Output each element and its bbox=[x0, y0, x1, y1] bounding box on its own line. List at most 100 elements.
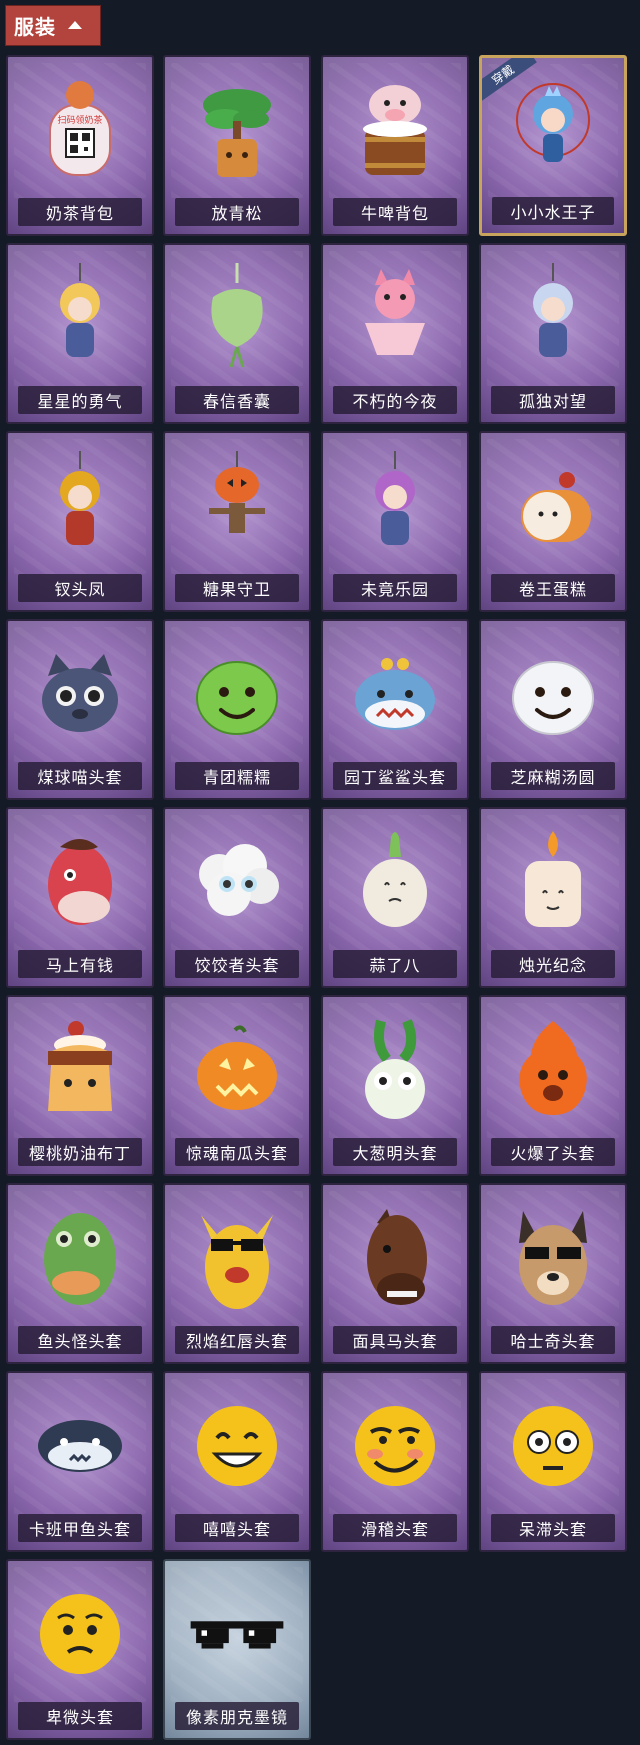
outfit-card[interactable]: 樱桃奶油布丁 bbox=[6, 995, 154, 1176]
outfit-card[interactable]: 大葱明头套 bbox=[321, 995, 469, 1176]
outfit-label: 卡班甲鱼头套 bbox=[28, 1520, 131, 1539]
outfit-card[interactable]: 钗头凤 bbox=[6, 431, 154, 612]
outfit-card[interactable]: 芝麻糊汤圆 bbox=[479, 619, 627, 800]
outfit-label-bar: 不朽的今夜 bbox=[333, 386, 457, 414]
outfit-label-bar: 饺饺者头套 bbox=[175, 950, 299, 978]
outfit-label: 牛啤背包 bbox=[360, 204, 429, 223]
outfit-label: 孤独对望 bbox=[518, 392, 587, 411]
husky-head-icon bbox=[503, 1203, 603, 1313]
outfit-label-bar: 火爆了头套 bbox=[491, 1138, 615, 1166]
outfit-card[interactable]: 哈士奇头套 bbox=[479, 1183, 627, 1364]
outfit-label: 不朽的今夜 bbox=[352, 392, 438, 411]
outfit-label-bar: 马上有钱 bbox=[18, 950, 142, 978]
outfit-card[interactable]: 嘻嘻头套 bbox=[163, 1371, 311, 1552]
outfit-card[interactable]: 烛光纪念 bbox=[479, 807, 627, 988]
outfit-card[interactable]: 孤独对望 bbox=[479, 243, 627, 424]
outfit-label: 惊魂南瓜头套 bbox=[185, 1144, 288, 1163]
outfit-card[interactable]: 烈焰红唇头套 bbox=[163, 1183, 311, 1364]
outfit-label: 蒜了八 bbox=[369, 956, 421, 975]
outfit-label: 烈焰红唇头套 bbox=[185, 1332, 288, 1351]
outfit-label-bar: 樱桃奶油布丁 bbox=[18, 1138, 142, 1166]
gardener-shark-head-icon bbox=[345, 639, 445, 749]
outfit-label: 烛光纪念 bbox=[518, 956, 587, 975]
outfit-label-bar: 面具马头套 bbox=[333, 1326, 457, 1354]
outfit-card[interactable]: 惊魂南瓜头套 bbox=[163, 995, 311, 1176]
outfit-label: 马上有钱 bbox=[45, 956, 114, 975]
outfit-card[interactable]: 卷王蛋糕 bbox=[479, 431, 627, 612]
water-prince-icon bbox=[503, 76, 603, 186]
outfit-label: 哈士奇头套 bbox=[510, 1332, 596, 1351]
outfit-label-bar: 烛光纪念 bbox=[491, 950, 615, 978]
outfit-label: 芝麻糊汤圆 bbox=[510, 768, 596, 787]
outfit-card[interactable]: 不朽的今夜 bbox=[321, 243, 469, 424]
outfit-card[interactable]: 卑微头套 bbox=[6, 1559, 154, 1740]
roll-cake-icon bbox=[503, 451, 603, 561]
bonsai-pine-icon bbox=[187, 75, 287, 185]
outfit-card[interactable]: 面具马头套 bbox=[321, 1183, 469, 1364]
outfit-label-bar: 卷王蛋糕 bbox=[491, 574, 615, 602]
outfit-label: 面具马头套 bbox=[352, 1332, 438, 1351]
outfit-label-bar: 滑稽头套 bbox=[333, 1514, 457, 1542]
pink-fox-cup-icon bbox=[345, 263, 445, 373]
outfit-card[interactable]: 牛啤背包 bbox=[321, 55, 469, 236]
outfit-label-bar: 煤球喵头套 bbox=[18, 762, 142, 790]
outfit-card[interactable]: 鱼头怪头套 bbox=[6, 1183, 154, 1364]
candle-icon bbox=[503, 827, 603, 937]
outfit-label-bar: 钗头凤 bbox=[18, 574, 142, 602]
outfit-label-bar: 奶茶背包 bbox=[18, 198, 142, 226]
red-lips-head-icon bbox=[187, 1203, 287, 1313]
cow-beer-barrel-icon bbox=[345, 75, 445, 185]
outfit-label-bar: 嘻嘻头套 bbox=[175, 1514, 299, 1542]
outfit-label: 青团糯糯 bbox=[202, 768, 271, 787]
outfit-label: 放青松 bbox=[211, 204, 263, 223]
section-title: 服装 bbox=[14, 15, 56, 39]
outfit-label: 嘻嘻头套 bbox=[202, 1520, 271, 1539]
outfit-card[interactable]: 春信香囊 bbox=[163, 243, 311, 424]
outfit-label: 未竟乐园 bbox=[360, 580, 429, 599]
outfit-card[interactable]: 火爆了头套 bbox=[479, 995, 627, 1176]
outfit-card[interactable]: 马上有钱 bbox=[6, 807, 154, 988]
outfit-section-header[interactable]: 服装 bbox=[5, 5, 101, 46]
outfit-label-bar: 青团糯糯 bbox=[175, 762, 299, 790]
outfit-label-bar: 春信香囊 bbox=[175, 386, 299, 414]
outfit-card[interactable]: 蒜了八 bbox=[321, 807, 469, 988]
outfit-label: 煤球喵头套 bbox=[37, 768, 123, 787]
outfit-label: 卑微头套 bbox=[45, 1708, 114, 1727]
outfit-label: 春信香囊 bbox=[202, 392, 271, 411]
outfit-card[interactable]: 青团糯糯 bbox=[163, 619, 311, 800]
outfit-card[interactable]: 穿戴 小小水王子 bbox=[479, 55, 627, 236]
horse-mask-icon bbox=[345, 1203, 445, 1313]
outfit-card[interactable]: 园丁鲨鲨头套 bbox=[321, 619, 469, 800]
phoenix-hairpin-icon bbox=[30, 451, 130, 561]
outfit-card[interactable]: 滑稽头套 bbox=[321, 1371, 469, 1552]
outfit-label-bar: 惊魂南瓜头套 bbox=[175, 1138, 299, 1166]
cherry-pudding-icon bbox=[30, 1015, 130, 1125]
outfit-label-bar: 小小水王子 bbox=[492, 197, 614, 225]
coal-cat-head-icon bbox=[30, 639, 130, 749]
outfit-card[interactable]: 卡班甲鱼头套 bbox=[6, 1371, 154, 1552]
garlic-icon bbox=[345, 827, 445, 937]
outfit-card[interactable]: 呆滞头套 bbox=[479, 1371, 627, 1552]
outfit-card[interactable]: 放青松 bbox=[163, 55, 311, 236]
dumpling-cloud-head-icon bbox=[187, 827, 287, 937]
dazed-emoji-head-icon bbox=[503, 1391, 603, 1501]
humble-emoji-head-icon bbox=[30, 1579, 130, 1689]
outfit-card[interactable]: 饺饺者头套 bbox=[163, 807, 311, 988]
outfit-label: 奶茶背包 bbox=[45, 204, 114, 223]
outfit-card[interactable]: 扫码领奶茶 奶茶背包 bbox=[6, 55, 154, 236]
pumpkin-head-icon bbox=[187, 1015, 287, 1125]
outfit-card[interactable]: 糖果守卫 bbox=[163, 431, 311, 612]
outfit-label-bar: 牛啤背包 bbox=[333, 198, 457, 226]
outfit-label-bar: 大葱明头套 bbox=[333, 1138, 457, 1166]
outfit-label: 呆滞头套 bbox=[518, 1520, 587, 1539]
outfit-card[interactable]: 星星的勇气 bbox=[6, 243, 154, 424]
scallion-head-icon bbox=[345, 1015, 445, 1125]
milk-tea-backpack-icon: 扫码领奶茶 bbox=[30, 75, 130, 185]
outfit-label-bar: 星星的勇气 bbox=[18, 386, 142, 414]
outfit-label-bar: 呆滞头套 bbox=[491, 1514, 615, 1542]
red-horse-head-icon bbox=[30, 827, 130, 937]
outfit-card[interactable]: 像素朋克墨镜 bbox=[163, 1559, 311, 1740]
funny-emoji-head-icon bbox=[345, 1391, 445, 1501]
outfit-card[interactable]: 煤球喵头套 bbox=[6, 619, 154, 800]
outfit-card[interactable]: 未竟乐园 bbox=[321, 431, 469, 612]
